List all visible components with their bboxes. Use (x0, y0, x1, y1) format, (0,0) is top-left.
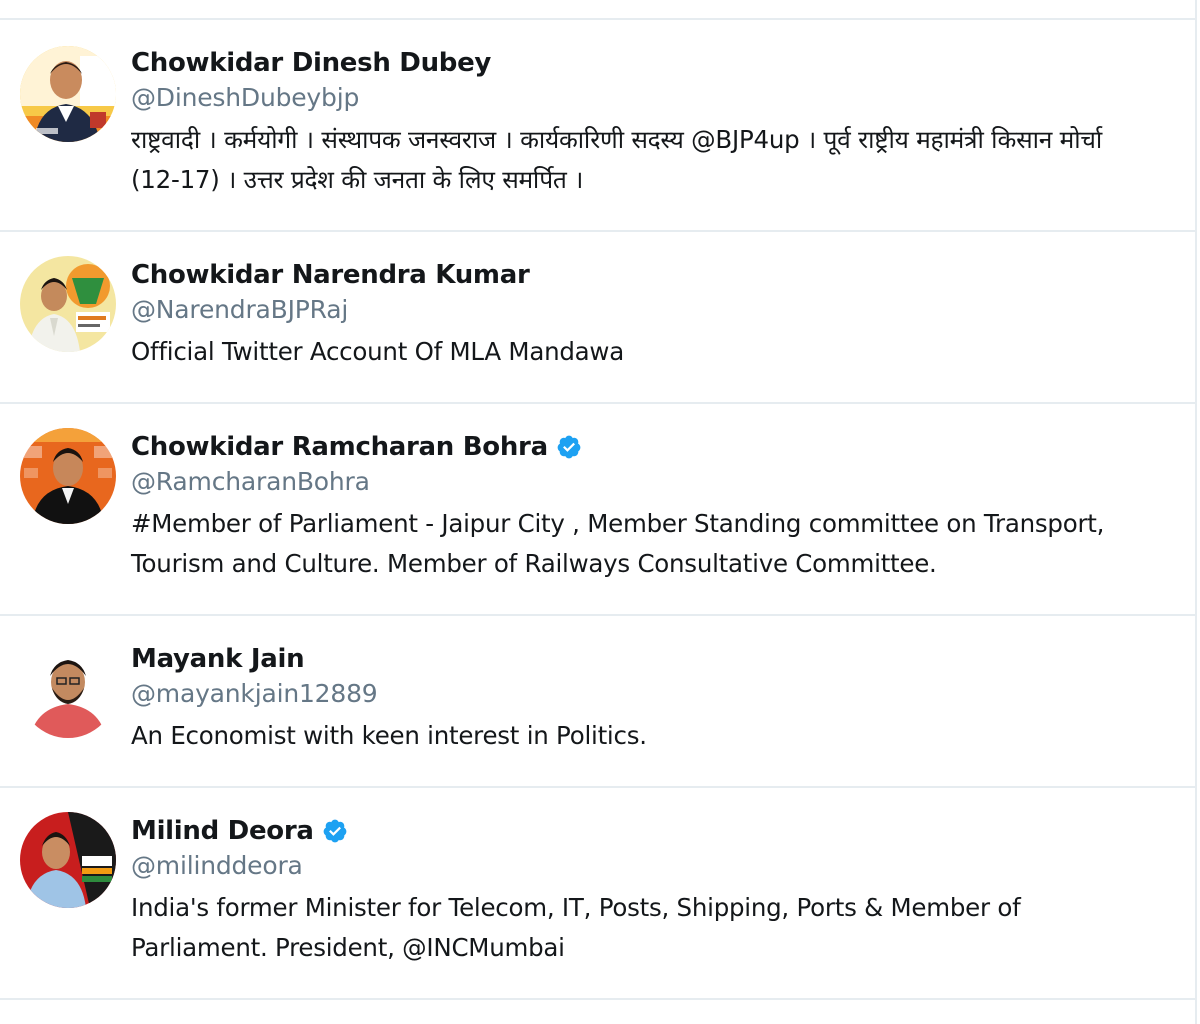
verified-badge-icon (323, 819, 347, 843)
user-handle[interactable]: @milinddeora (131, 848, 1147, 884)
user-list: Chowkidar Dinesh Dubey @DineshDubeybjp र… (0, 0, 1197, 1024)
user-card-milind-deora[interactable]: Milind Deora @milinddeora India's former… (0, 788, 1197, 1000)
user-handle[interactable]: @NarendraBJPRaj (131, 292, 1147, 328)
user-bio: #Member of Parliament - Jaipur City , Me… (131, 509, 1105, 578)
user-card-text: Mayank Jain @mayankjain12889 An Economis… (131, 642, 1147, 756)
user-card-dinesh-dubey[interactable]: Chowkidar Dinesh Dubey @DineshDubeybjp र… (0, 20, 1197, 232)
name-row: Chowkidar Dinesh Dubey (131, 46, 1147, 80)
name-row: Milind Deora (131, 814, 1147, 848)
avatar[interactable] (20, 812, 116, 908)
user-handle[interactable]: @mayankjain12889 (131, 676, 1147, 712)
display-name[interactable]: Chowkidar Dinesh Dubey (131, 48, 491, 78)
user-card-narendra-kumar[interactable]: Chowkidar Narendra Kumar @NarendraBJPRaj… (0, 232, 1197, 404)
user-bio: An Economist with keen interest in Polit… (131, 721, 647, 750)
user-card-ramcharan-bohra[interactable]: Chowkidar Ramcharan Bohra @RamcharanBohr… (0, 404, 1197, 616)
user-handle[interactable]: @DineshDubeybjp (131, 80, 1147, 116)
user-card-text: Chowkidar Ramcharan Bohra @RamcharanBohr… (131, 430, 1147, 584)
verified-badge-icon (557, 435, 581, 459)
avatar[interactable] (20, 46, 116, 142)
name-row: Chowkidar Ramcharan Bohra (131, 430, 1147, 464)
user-card-text: Milind Deora @milinddeora India's former… (131, 814, 1147, 968)
avatar[interactable] (20, 642, 116, 738)
user-card-mayank-jain[interactable]: Mayank Jain @mayankjain12889 An Economis… (0, 616, 1197, 788)
user-bio: India's former Minister for Telecom, IT,… (131, 893, 1021, 962)
display-name[interactable]: Chowkidar Narendra Kumar (131, 260, 530, 290)
user-bio: राष्ट्रवादी । कर्मयोगी । संस्थापक जनस्वर… (131, 125, 1103, 194)
avatar[interactable] (20, 428, 116, 524)
user-bio: Official Twitter Account Of MLA Mandawa (131, 337, 624, 366)
name-row: Mayank Jain (131, 642, 1147, 676)
avatar[interactable] (20, 256, 116, 352)
user-handle[interactable]: @RamcharanBohra (131, 464, 1147, 500)
user-card-text: Chowkidar Narendra Kumar @NarendraBJPRaj… (131, 258, 1147, 372)
display-name[interactable]: Milind Deora (131, 816, 314, 846)
display-name[interactable]: Mayank Jain (131, 644, 305, 674)
display-name[interactable]: Chowkidar Ramcharan Bohra (131, 432, 548, 462)
user-card-text: Chowkidar Dinesh Dubey @DineshDubeybjp र… (131, 46, 1147, 200)
name-row: Chowkidar Narendra Kumar (131, 258, 1147, 292)
